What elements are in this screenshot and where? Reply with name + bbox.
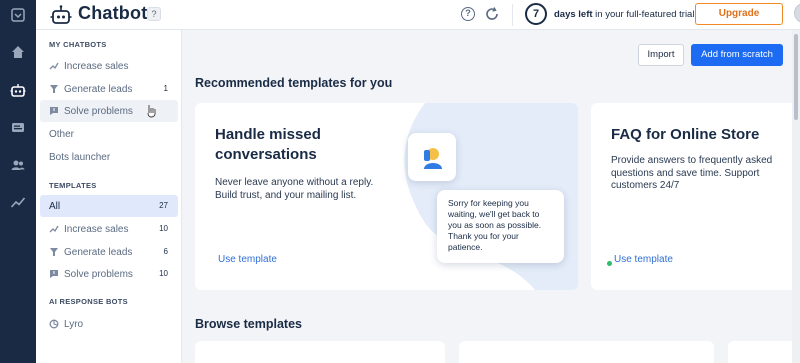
sidebar-item-count: 1: [163, 84, 168, 93]
contacts-icon[interactable]: [8, 155, 28, 175]
scrollbar-thumb[interactable]: [794, 34, 798, 120]
sidebar-item-label: Solve problems: [64, 269, 133, 280]
browse-template-card[interactable]: [195, 341, 445, 363]
mouse-cursor-icon: [147, 105, 156, 118]
help-question-icon[interactable]: ?: [461, 7, 475, 21]
sidebar-item-templates-generate-leads[interactable]: Generate leads 6: [40, 241, 178, 263]
lyro-icon: [49, 319, 59, 329]
chatbot-icon[interactable]: [4, 77, 32, 103]
message-alert-icon: [50, 270, 58, 278]
header-divider: [512, 4, 513, 26]
sidebar-item-bots-launcher[interactable]: Bots launcher: [40, 146, 178, 168]
bubble-line: Sorry for keeping you: [448, 198, 529, 208]
trial-status-text: days left in your full-featured trial: [554, 9, 694, 20]
funnel-icon: [50, 85, 58, 93]
card-title: FAQ for Online Store: [611, 125, 759, 145]
agent-avatar-icon: [408, 133, 456, 181]
sidebar-item-templates-all[interactable]: All 27: [40, 195, 178, 217]
sidebar-item-label: Lyro: [64, 319, 84, 330]
message-alert-icon: [50, 107, 58, 115]
inbox-icon[interactable]: [8, 5, 28, 25]
card-description: Never leave anyone without a reply. Buil…: [215, 177, 373, 202]
sales-icon: [49, 62, 59, 70]
sidebar-item-label: Increase sales: [64, 61, 129, 72]
sidebar-item-other[interactable]: Other: [40, 123, 178, 145]
sidebar-item-label: Generate leads: [64, 84, 133, 95]
import-button[interactable]: Import: [638, 44, 684, 66]
browse-template-card[interactable]: [728, 341, 800, 363]
chat-icon[interactable]: [8, 118, 28, 138]
card-description: Provide answers to frequently asked ques…: [611, 155, 772, 193]
nav-rail: [0, 0, 36, 363]
my-chatbots-heading: MY CHATBOTS: [49, 40, 107, 49]
chatbot-logo-icon: [50, 4, 72, 26]
sidebar: MY CHATBOTS Increase sales Generate lead…: [36, 30, 182, 363]
sidebar-item-count: 10: [159, 224, 168, 233]
bubble-line: you as soon as possible.: [448, 220, 542, 230]
bubble-line: patience.: [448, 242, 483, 252]
card-desc-line: Build trust, and your mailing list.: [215, 189, 357, 201]
funnel-icon: [50, 248, 58, 256]
chat-bubble-preview: Sorry for keeping you waiting, we'll get…: [437, 190, 564, 263]
page-title: Chatbots: [78, 3, 158, 23]
card-desc-line: questions and save time. Support: [611, 167, 760, 179]
card-desc-line: customers 24/7: [611, 180, 680, 191]
avatar[interactable]: [794, 3, 800, 23]
sidebar-item-lyro[interactable]: Lyro: [40, 313, 178, 335]
use-template-link[interactable]: Use template: [614, 254, 673, 265]
sidebar-item-label: All: [49, 201, 61, 212]
trial-rest-label: in your full-featured trial: [592, 9, 695, 20]
bubble-line: waiting, we'll get back to: [448, 209, 540, 219]
main-content: Import Add from scratch Recommended temp…: [183, 30, 800, 363]
card-title-line: conversations: [215, 146, 317, 163]
home-icon[interactable]: [8, 42, 28, 62]
sidebar-item-label: Bots launcher: [49, 152, 111, 163]
sidebar-item-label: Increase sales: [64, 224, 129, 235]
template-card-missed-conversations[interactable]: Handle missed conversations Never leave …: [195, 103, 578, 290]
upgrade-button[interactable]: Upgrade: [695, 3, 783, 25]
sidebar-item-label: Other: [49, 129, 75, 140]
sidebar-item-label: Solve problems: [64, 106, 133, 117]
sidebar-item-generate-leads[interactable]: Generate leads 1: [40, 78, 178, 100]
card-title-line: FAQ for Online Store: [611, 126, 760, 143]
help-badge-icon[interactable]: ?: [147, 7, 161, 21]
ai-response-bots-heading: AI RESPONSE BOTS: [49, 297, 128, 306]
status-dot: [607, 261, 612, 266]
browse-template-card[interactable]: [459, 341, 714, 363]
trial-days-label: days left: [554, 9, 593, 20]
sales-icon: [49, 225, 59, 233]
refresh-icon[interactable]: [484, 6, 500, 22]
card-desc-line: Provide answers to frequently asked: [611, 155, 773, 166]
sidebar-item-templates-increase-sales[interactable]: Increase sales 10: [40, 218, 178, 240]
recommended-heading: Recommended templates for you: [195, 76, 393, 90]
sidebar-item-label: Generate leads: [64, 247, 133, 258]
card-title: Handle missed conversations: [215, 125, 321, 165]
sidebar-item-templates-solve-problems[interactable]: Solve problems 10: [40, 263, 178, 285]
top-header: Chatbots ? ? 7 days left in your full-fe…: [36, 0, 800, 30]
bubble-line: Thank you for your: [448, 231, 519, 241]
analytics-icon[interactable]: [8, 192, 28, 212]
sidebar-item-count: 6: [163, 247, 168, 256]
add-from-scratch-button[interactable]: Add from scratch: [691, 44, 783, 66]
sidebar-item-count: 10: [159, 269, 168, 278]
card-title-line: Handle missed: [215, 126, 321, 143]
sidebar-item-increase-sales[interactable]: Increase sales: [40, 55, 178, 77]
browse-templates-heading: Browse templates: [195, 317, 302, 331]
templates-heading: TEMPLATES: [49, 181, 97, 190]
template-card-faq-online-store[interactable]: FAQ for Online Store Provide answers to …: [591, 103, 800, 290]
card-desc-line: Never leave anyone without a reply.: [215, 177, 374, 188]
sidebar-item-count: 27: [159, 201, 168, 210]
use-template-link[interactable]: Use template: [218, 254, 277, 265]
trial-days-counter: 7: [525, 3, 547, 25]
